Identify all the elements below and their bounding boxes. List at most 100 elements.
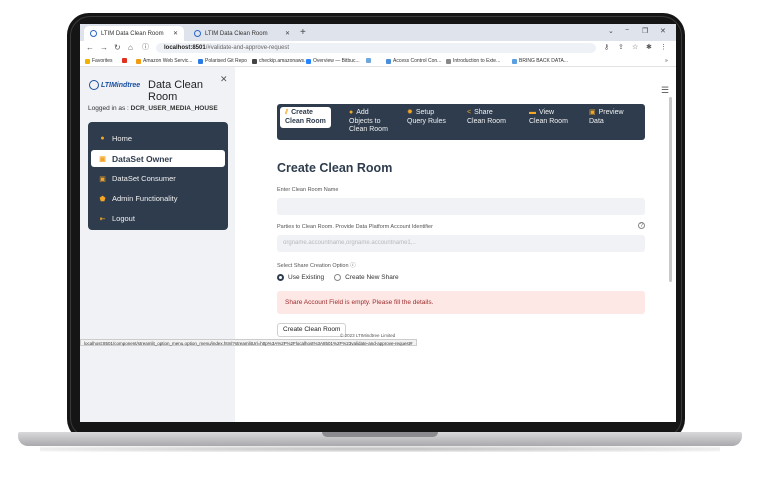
globe-icon bbox=[512, 58, 517, 64]
menu-dots-icon[interactable]: ⋮ bbox=[660, 43, 667, 51]
bookmark-item[interactable] bbox=[366, 58, 373, 63]
close-icon[interactable]: ✕ bbox=[285, 30, 290, 37]
tab-title: LTIM Data Clean Room bbox=[101, 30, 164, 37]
logout-icon: ⇤ bbox=[99, 215, 106, 223]
minimize-icon[interactable]: − bbox=[625, 27, 629, 34]
lock-icon bbox=[386, 58, 391, 64]
shield-icon: ⬟ bbox=[99, 195, 106, 203]
laptop-mockup: LTIM Data Clean Room ✕ LTIM Data Clean R… bbox=[0, 0, 760, 481]
tab-share-clean-room[interactable]: < Share Clean Room bbox=[467, 109, 506, 126]
url-path: /#validate-and-approve-request bbox=[205, 45, 290, 51]
screen: LTIM Data Clean Room ✕ LTIM Data Clean R… bbox=[80, 24, 676, 422]
extensions-icon[interactable]: ✱ bbox=[646, 43, 652, 51]
sidebar-item-dataset-owner[interactable]: ▣ DataSet Owner bbox=[91, 150, 225, 167]
radio-use-existing[interactable] bbox=[277, 274, 284, 281]
browser-status-url: localhost:8501/component/streamlit_optio… bbox=[80, 339, 417, 346]
tab-preview-data[interactable]: ▣ Preview Data bbox=[589, 109, 624, 126]
sidebar-item-home[interactable]: ● Home bbox=[91, 130, 225, 147]
sidebar-item-logout[interactable]: ⇤ Logout bbox=[91, 210, 225, 227]
bookmarks-overflow[interactable]: » bbox=[665, 58, 668, 64]
browser-tab-2[interactable]: LTIM Data Clean Room ✕ bbox=[188, 26, 296, 41]
aws-icon bbox=[136, 58, 141, 64]
new-tab-button[interactable]: + bbox=[300, 26, 306, 39]
globe-icon bbox=[446, 58, 451, 64]
tab-view-clean-room[interactable]: ▬ View Clean Room bbox=[529, 109, 568, 126]
laptop-notch bbox=[322, 432, 438, 437]
link-icon bbox=[252, 58, 257, 64]
main-content: ☰ ⫽ Create Clean Room ● Add Objects to Clean … bbox=[235, 67, 676, 422]
tab-title: LTIM Data Clean Room bbox=[205, 30, 268, 37]
tab-add-objects[interactable]: ● Add Objects to Clean Room bbox=[349, 109, 388, 135]
home-icon[interactable]: ⌂ bbox=[128, 43, 133, 52]
youtube-icon bbox=[122, 58, 127, 63]
footer-copyright: © 2023 LTIMindtree Limited bbox=[340, 333, 396, 338]
bitbucket-icon bbox=[306, 58, 311, 64]
gear-icon: ✹ bbox=[407, 109, 413, 116]
window-close-icon[interactable]: ✕ bbox=[660, 27, 666, 35]
reload-icon[interactable]: ↻ bbox=[114, 43, 121, 52]
brand-name: LTIMindtree bbox=[101, 81, 141, 89]
streamlit-app: LTIMindtree Data Clean Room ✕ Logged in … bbox=[80, 67, 676, 422]
tab-create-clean-room[interactable]: ⫽ Create Clean Room bbox=[280, 107, 331, 128]
share-option-radio-group: Use Existing Create New Share bbox=[277, 274, 399, 281]
bookmark-item[interactable]: BRING BACK DATA... bbox=[512, 58, 568, 64]
browser-tab-bar: LTIM Data Clean Room ✕ LTIM Data Clean R… bbox=[80, 24, 676, 41]
home-icon: ● bbox=[100, 135, 105, 142]
help-icon[interactable]: ⓘ bbox=[350, 263, 356, 269]
bookmark-item[interactable]: Favorites bbox=[85, 58, 113, 64]
logged-in-text: Logged in as : DCR_USER_MEDIA_HOUSE bbox=[88, 105, 218, 112]
sidebar-item-admin[interactable]: ⬟ Admin Functionality bbox=[91, 190, 225, 207]
circle-icon: ● bbox=[349, 109, 354, 116]
bookmark-item[interactable]: checkip.amazonaws... bbox=[252, 58, 308, 64]
share-option-label: Select Share Creation Option ⓘ bbox=[277, 263, 356, 269]
radio-create-new-share[interactable] bbox=[334, 274, 342, 281]
info-icon[interactable]: ⓘ bbox=[142, 43, 149, 52]
chart-icon: ⫽ bbox=[285, 109, 289, 116]
sidebar-menu: ● Home ▣ DataSet Owner ▣ DataSet Consumer ⬟… bbox=[88, 122, 228, 230]
laptop-shadow bbox=[40, 446, 720, 452]
parties-input[interactable]: orgname.accountname,orgname.accountname1… bbox=[277, 235, 645, 252]
chevron-down-icon[interactable]: ⌄ bbox=[608, 27, 614, 35]
tab-setup-query-rules[interactable]: ✹ Setup Query Rules bbox=[407, 109, 446, 126]
share-icon[interactable]: ⇪ bbox=[618, 43, 624, 51]
sidebar-item-dataset-consumer[interactable]: ▣ DataSet Consumer bbox=[91, 170, 225, 187]
create-clean-room-button[interactable]: Create Clean Room bbox=[277, 323, 347, 337]
page-title: Create Clean Room bbox=[277, 161, 393, 175]
gear-icon bbox=[366, 58, 371, 63]
sidebar: LTIMindtree Data Clean Room ✕ Logged in … bbox=[80, 67, 235, 422]
radio-label-create-new-share: Create New Share bbox=[345, 274, 399, 281]
url-field[interactable]: localhost:8501/#validate-and-approve-req… bbox=[156, 43, 596, 53]
brand-logo: LTIMindtree bbox=[89, 80, 140, 90]
collapse-sidebar-icon[interactable]: ✕ bbox=[220, 74, 228, 85]
browser-tab-1[interactable]: LTIM Data Clean Room ✕ bbox=[84, 26, 184, 41]
url-host: localhost:8501 bbox=[164, 45, 206, 51]
back-icon[interactable]: ← bbox=[86, 43, 94, 52]
logged-in-user: DCR_USER_MEDIA_HOUSE bbox=[130, 105, 218, 112]
bookmark-item[interactable]: Introduction to Exte... bbox=[446, 58, 500, 64]
bookmark-item[interactable]: Polarised Git Repo bbox=[198, 58, 247, 64]
repo-icon bbox=[198, 58, 203, 64]
help-icon[interactable]: ? bbox=[638, 222, 645, 229]
share-icon: < bbox=[467, 109, 472, 116]
maximize-icon[interactable]: ❐ bbox=[642, 27, 648, 35]
close-icon[interactable]: ✕ bbox=[173, 30, 178, 37]
clean-room-name-input[interactable] bbox=[277, 198, 645, 215]
forward-icon[interactable]: → bbox=[100, 43, 108, 52]
parties-label: Parties to Clean Room. Provide Data Plat… bbox=[277, 224, 433, 230]
bookmark-icon bbox=[85, 58, 90, 64]
clipboard-icon: ▣ bbox=[99, 155, 106, 163]
bookmark-item[interactable] bbox=[122, 58, 129, 63]
bookmark-item[interactable]: Amazon Web Servic... bbox=[136, 58, 192, 64]
hamburger-menu-icon[interactable]: ☰ bbox=[661, 85, 669, 96]
globe-icon bbox=[194, 30, 201, 37]
star-icon[interactable]: ☆ bbox=[632, 43, 638, 51]
bookmark-item[interactable]: Access Control Con... bbox=[386, 58, 441, 64]
key-icon[interactable]: ⚷ bbox=[604, 43, 609, 51]
clipboard-icon: ▣ bbox=[589, 109, 596, 116]
clipboard-icon: ▣ bbox=[99, 175, 106, 183]
scrollbar[interactable] bbox=[669, 97, 672, 282]
bookmark-item[interactable]: Overview — Bitbuc... bbox=[306, 58, 360, 64]
clean-room-name-label: Enter Clean Room Name bbox=[277, 187, 339, 193]
globe-icon bbox=[90, 30, 97, 37]
ltimindtree-logo-icon bbox=[89, 80, 99, 90]
